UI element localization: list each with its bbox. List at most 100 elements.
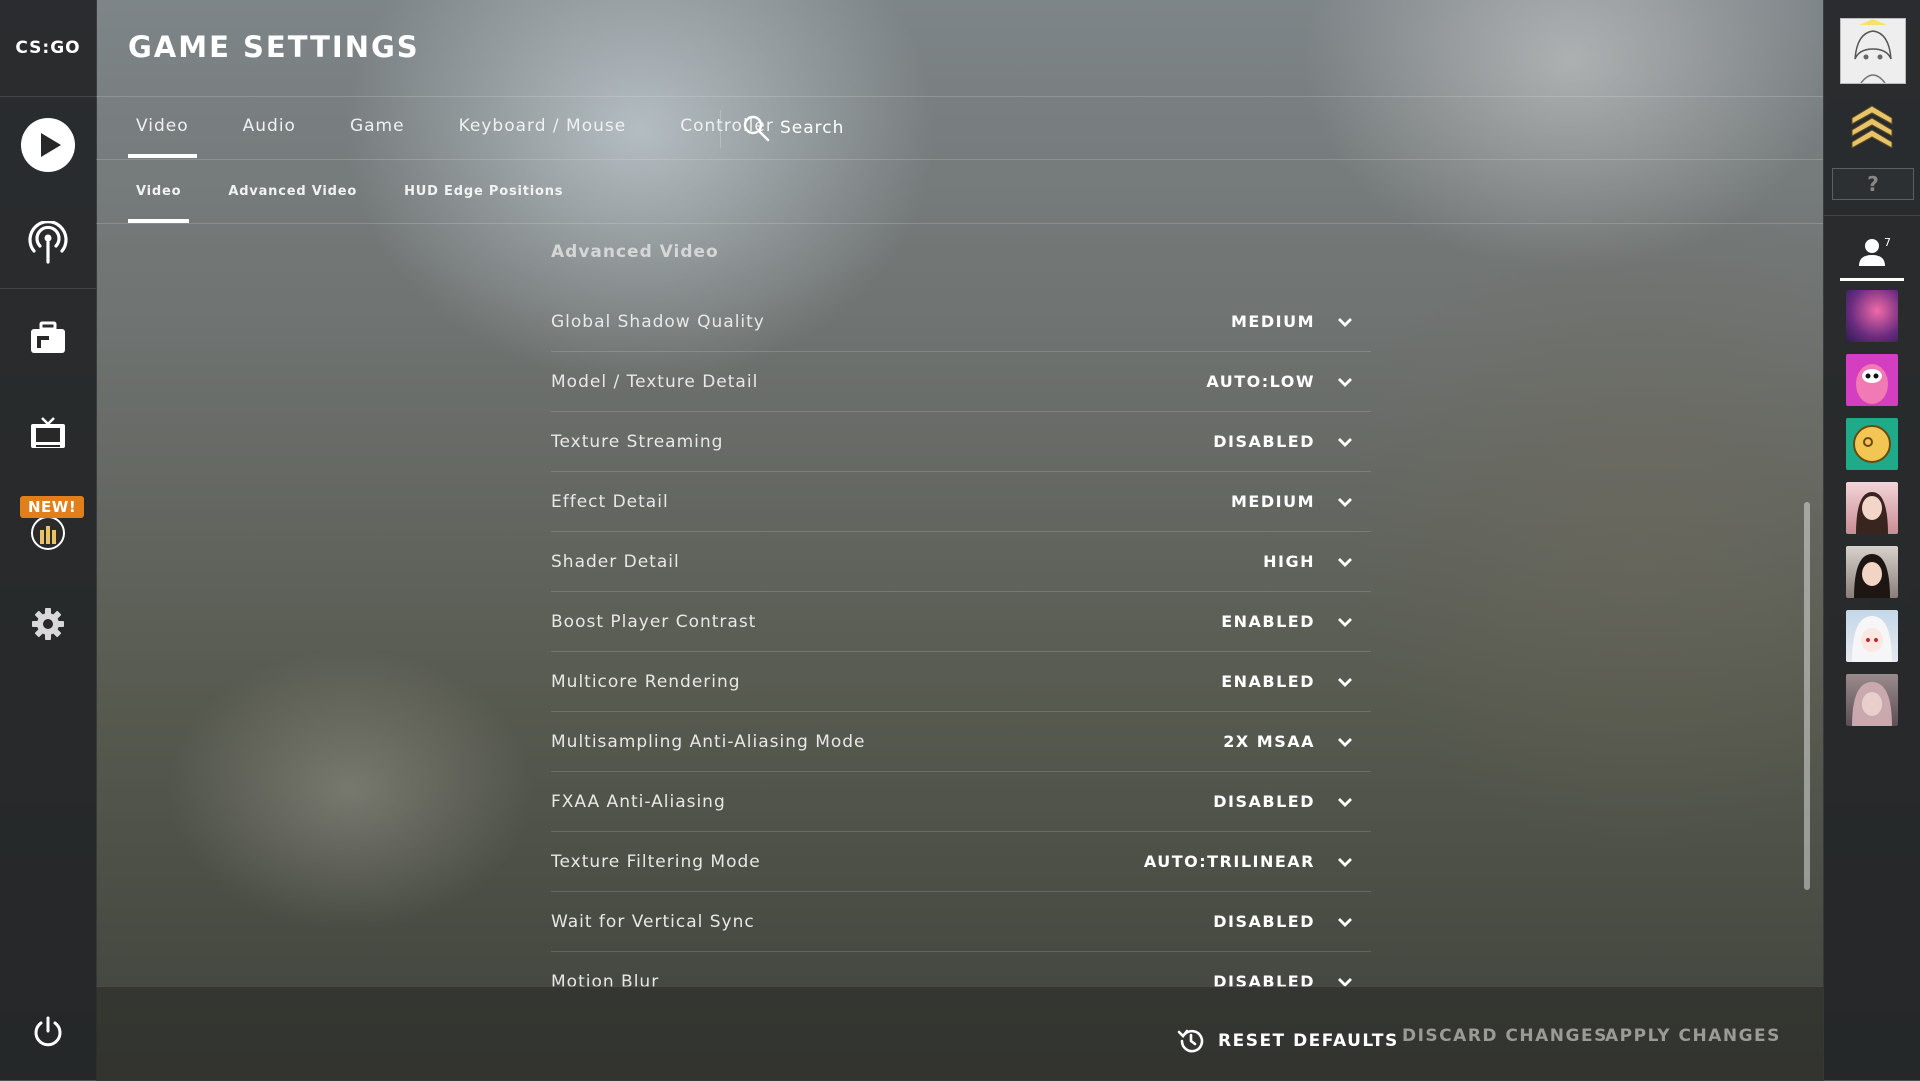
subtab-advanced-video[interactable]: Advanced Video [220, 180, 365, 218]
competitive-rank-unknown[interactable]: ? [1832, 168, 1914, 200]
setting-label: Effect Detail [551, 491, 669, 512]
setting-dropdown[interactable]: DISABLED [1213, 912, 1371, 931]
rank-badge[interactable] [1848, 104, 1896, 152]
watch-button[interactable] [0, 408, 96, 460]
setting-value: MEDIUM [1231, 312, 1315, 331]
setting-dropdown[interactable]: MEDIUM [1231, 312, 1371, 331]
setting-label: Boost Player Contrast [551, 611, 757, 632]
setting-value: AUTO:LOW [1206, 372, 1315, 391]
setting-dropdown[interactable]: MEDIUM [1231, 492, 1371, 511]
setting-row-motion-blur[interactable]: Motion Blur DISABLED [551, 952, 1371, 988]
setting-label: Wait for Vertical Sync [551, 911, 755, 932]
settings-button[interactable] [0, 604, 96, 644]
tab-game[interactable]: Game [342, 112, 413, 152]
search-button[interactable]: Search [742, 114, 844, 142]
chevron-down-icon [1325, 317, 1353, 327]
page-title: GAME SETTINGS [128, 30, 420, 64]
subtabs-divider [96, 223, 1824, 224]
friends-tab[interactable]: 7 [1824, 215, 1920, 281]
briefcase-icon [31, 321, 65, 353]
setting-row-global-shadow-quality[interactable]: Global Shadow Quality MEDIUM [551, 292, 1371, 352]
setting-label: Model / Texture Detail [551, 371, 759, 392]
setting-label: Global Shadow Quality [551, 311, 765, 332]
inventory-button[interactable] [0, 312, 96, 364]
reset-defaults-label: RESET DEFAULTS [1218, 1031, 1399, 1051]
setting-dropdown[interactable]: DISABLED [1213, 792, 1371, 811]
section-title: Advanced Video [551, 242, 719, 262]
setting-dropdown[interactable]: DISABLED [1213, 432, 1371, 451]
settings-subtabs: Video Advanced Video HUD Edge Positions [128, 180, 602, 223]
settings-scrollbar[interactable] [1804, 502, 1810, 890]
chevron-down-icon [1325, 857, 1353, 867]
tab-audio[interactable]: Audio [235, 112, 304, 152]
chevron-down-icon [1325, 437, 1353, 447]
setting-row-effect-detail[interactable]: Effect Detail MEDIUM [551, 472, 1371, 532]
setting-dropdown[interactable]: HIGH [1263, 552, 1371, 571]
setting-dropdown[interactable]: ENABLED [1221, 672, 1371, 691]
setting-row-msaa-mode[interactable]: Multisampling Anti-Aliasing Mode 2X MSAA [551, 712, 1371, 772]
header-divider [96, 96, 1824, 97]
friend-avatar[interactable] [1846, 674, 1898, 726]
chevron-down-icon [1325, 497, 1353, 507]
anime-avatar-icon [1852, 682, 1892, 726]
friend-avatar[interactable] [1846, 290, 1898, 342]
tab-keyboard-mouse[interactable]: Keyboard / Mouse [451, 112, 635, 152]
player-avatar[interactable] [1840, 18, 1906, 84]
setting-value: DISABLED [1213, 432, 1315, 451]
setting-value: AUTO:TRILINEAR [1143, 852, 1315, 871]
search-icon [743, 115, 770, 142]
setting-label: Texture Streaming [551, 431, 724, 452]
tabs-divider [96, 159, 1824, 160]
subtab-video[interactable]: Video [128, 180, 190, 223]
search-label: Search [780, 118, 845, 138]
tab-video[interactable]: Video [128, 112, 197, 158]
power-icon [34, 1016, 62, 1047]
setting-row-fxaa[interactable]: FXAA Anti-Aliasing DISABLED [551, 772, 1371, 832]
person-avatar-icon [1856, 492, 1888, 534]
new-badge: NEW! [20, 496, 85, 518]
setting-dropdown[interactable]: AUTO:TRILINEAR [1144, 852, 1371, 871]
setting-value: 2X MSAA [1223, 732, 1315, 751]
friend-avatar[interactable] [1846, 482, 1898, 534]
setting-row-texture-streaming[interactable]: Texture Streaming DISABLED [551, 412, 1371, 472]
setting-dropdown[interactable]: 2X MSAA [1223, 732, 1371, 751]
watch-broadcast-button[interactable] [0, 215, 96, 271]
quit-button[interactable] [0, 1012, 96, 1052]
chevron-down-icon [1325, 617, 1353, 627]
person-avatar-icon [1854, 554, 1890, 598]
fall-guy-avatar-icon [1856, 364, 1888, 404]
play-button[interactable] [0, 115, 96, 175]
discard-changes-button[interactable]: DISCARD CHANGES [1402, 1026, 1608, 1046]
setting-row-texture-filtering-mode[interactable]: Texture Filtering Mode AUTO:TRILINEAR [551, 832, 1371, 892]
reset-defaults-button[interactable]: RESET DEFAULTS [1176, 1026, 1399, 1056]
friend-avatar[interactable] [1846, 354, 1898, 406]
setting-value: MEDIUM [1231, 492, 1315, 511]
history-icon [1177, 1029, 1204, 1053]
friend-avatar[interactable] [1846, 546, 1898, 598]
setting-row-vertical-sync[interactable]: Wait for Vertical Sync DISABLED [551, 892, 1371, 952]
friend-avatar[interactable] [1846, 418, 1898, 470]
settings-list: Global Shadow Quality MEDIUM Model / Tex… [551, 292, 1371, 988]
apply-changes-button[interactable]: APPLY CHANGES [1605, 1026, 1781, 1046]
anime-avatar-icon [1841, 19, 1905, 84]
friends-count: 7 [1884, 236, 1891, 249]
subtab-hud-edge-positions[interactable]: HUD Edge Positions [396, 180, 571, 218]
csgo-logo[interactable]: CS:GO [0, 0, 96, 97]
setting-row-boost-player-contrast[interactable]: Boost Player Contrast ENABLED [551, 592, 1371, 652]
operation-coin-icon [31, 516, 65, 550]
anime-avatar-icon [1852, 616, 1892, 662]
setting-row-multicore-rendering[interactable]: Multicore Rendering ENABLED [551, 652, 1371, 712]
setting-row-shader-detail[interactable]: Shader Detail HIGH [551, 532, 1371, 592]
antenna-icon [28, 221, 68, 264]
setting-value: HIGH [1263, 552, 1315, 571]
setting-dropdown[interactable]: ENABLED [1221, 612, 1371, 631]
chevron-down-icon [1325, 917, 1353, 927]
left-sidebar: CS:GO NEW! [0, 0, 97, 1080]
setting-label: Texture Filtering Mode [551, 851, 761, 872]
setting-label: Multisampling Anti-Aliasing Mode [551, 731, 866, 752]
setting-row-model-texture-detail[interactable]: Model / Texture Detail AUTO:LOW [551, 352, 1371, 412]
setting-dropdown[interactable]: AUTO:LOW [1206, 372, 1371, 391]
friend-avatar[interactable] [1846, 610, 1898, 662]
rank-chevrons-icon [1851, 105, 1893, 149]
setting-label: FXAA Anti-Aliasing [551, 791, 726, 812]
